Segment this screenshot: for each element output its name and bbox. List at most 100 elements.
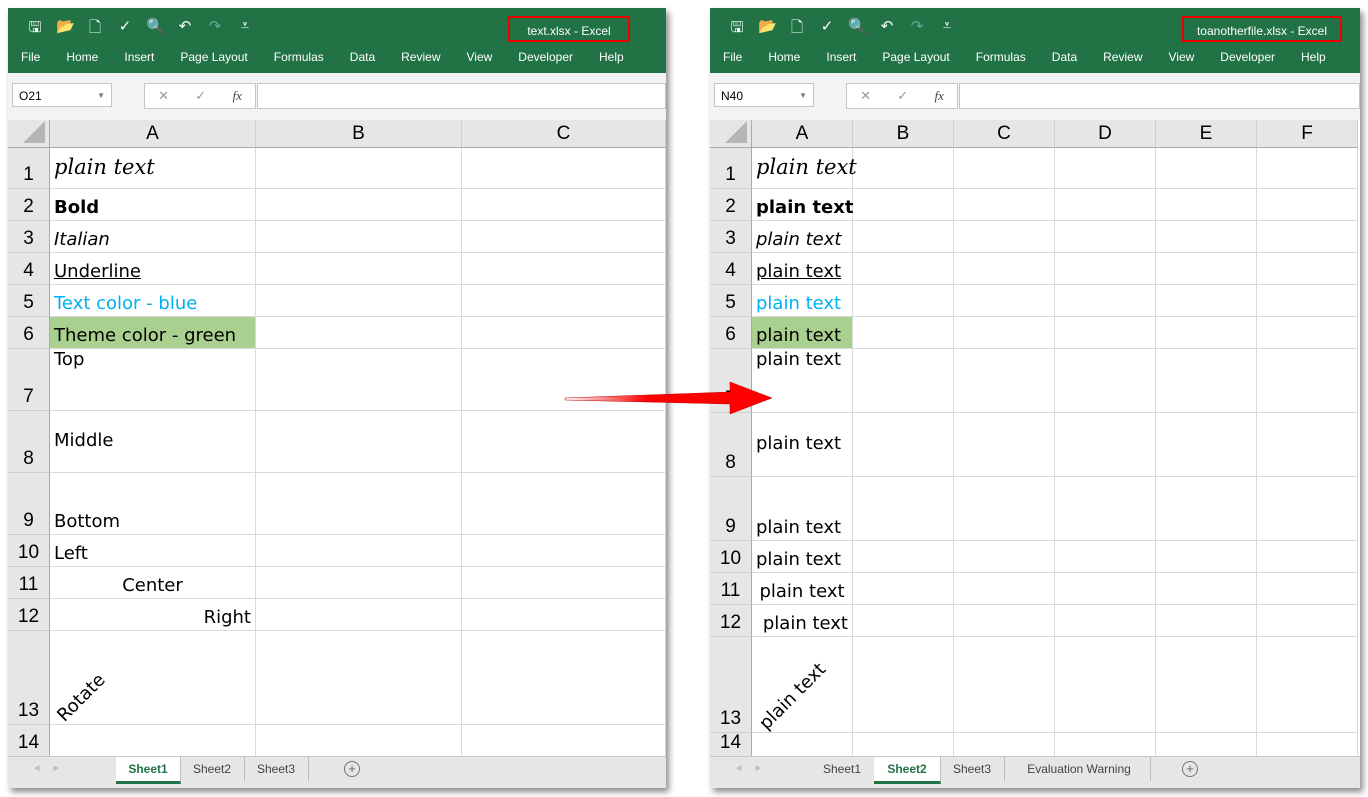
cell-D10[interactable] — [1055, 541, 1156, 573]
cell-C12[interactable] — [462, 599, 666, 631]
cell-F1[interactable] — [1257, 148, 1358, 189]
cell-F8[interactable] — [1257, 413, 1358, 477]
row-header-6[interactable]: 6 — [710, 317, 752, 349]
row-header-4[interactable]: 4 — [710, 253, 752, 285]
cell-B1[interactable] — [853, 148, 954, 189]
ribbon-tab-page-layout[interactable]: Page Layout — [167, 50, 260, 64]
cell-B8[interactable] — [853, 413, 954, 477]
cell-F14[interactable] — [1257, 733, 1358, 757]
cell-B9[interactable] — [256, 473, 462, 535]
cell-E1[interactable] — [1156, 148, 1257, 189]
cell-B9[interactable] — [853, 477, 954, 541]
column-header-F[interactable]: F — [1257, 120, 1358, 148]
cell-B5[interactable] — [853, 285, 954, 317]
cell-E5[interactable] — [1156, 285, 1257, 317]
cell-A10[interactable]: Left — [50, 535, 256, 567]
cell-C12[interactable] — [954, 605, 1055, 637]
cell-F7[interactable] — [1257, 349, 1358, 413]
cell-F6[interactable] — [1257, 317, 1358, 349]
new-icon[interactable]: 🗋 — [86, 17, 104, 42]
function-icon[interactable]: fx — [934, 88, 943, 104]
cell-A10[interactable]: plain text — [752, 541, 853, 573]
redo-icon[interactable]: ↷ — [206, 17, 224, 42]
cell-D13[interactable] — [1055, 637, 1156, 733]
cell-C10[interactable] — [462, 535, 666, 567]
ribbon-tab-file[interactable]: File — [710, 50, 755, 64]
cell-D9[interactable] — [1055, 477, 1156, 541]
cell-A2[interactable]: plain text — [752, 189, 853, 221]
cell-F3[interactable] — [1257, 221, 1358, 253]
cell-A11[interactable]: Center — [50, 567, 256, 599]
cell-B4[interactable] — [256, 253, 462, 285]
ribbon-tab-home[interactable]: Home — [53, 50, 111, 64]
cell-C6[interactable] — [954, 317, 1055, 349]
cell-D5[interactable] — [1055, 285, 1156, 317]
print-preview-icon[interactable]: 🔍 — [848, 17, 867, 42]
cell-C11[interactable] — [954, 573, 1055, 605]
cell-E7[interactable] — [1156, 349, 1257, 413]
cell-E12[interactable] — [1156, 605, 1257, 637]
cell-B10[interactable] — [256, 535, 462, 567]
cell-A6[interactable]: plain text — [752, 317, 853, 349]
customize-icon[interactable]: ⩡ — [236, 17, 254, 42]
row-header-11[interactable]: 11 — [710, 573, 752, 605]
row-header-7[interactable]: 7 — [8, 349, 50, 411]
cell-E11[interactable] — [1156, 573, 1257, 605]
cell-D11[interactable] — [1055, 573, 1156, 605]
cell-A12[interactable]: Right — [50, 599, 256, 631]
cell-A14[interactable] — [50, 725, 256, 757]
cell-A7[interactable]: Top — [50, 349, 256, 411]
cell-B5[interactable] — [256, 285, 462, 317]
cell-C14[interactable] — [954, 733, 1055, 757]
cell-C2[interactable] — [954, 189, 1055, 221]
row-header-8[interactable]: 8 — [710, 413, 752, 477]
column-header-A[interactable]: A — [50, 120, 256, 148]
sheet-tab-sheet2[interactable]: Sheet2 — [180, 757, 245, 781]
row-header-3[interactable]: 3 — [8, 221, 50, 253]
chevron-down-icon[interactable]: ▼ — [97, 84, 105, 108]
cell-B7[interactable] — [256, 349, 462, 411]
cell-C4[interactable] — [954, 253, 1055, 285]
cell-B4[interactable] — [853, 253, 954, 285]
cell-E10[interactable] — [1156, 541, 1257, 573]
cell-A14[interactable] — [752, 733, 853, 757]
cell-B11[interactable] — [256, 567, 462, 599]
sheet-nav-arrows[interactable]: ◂▸ — [34, 761, 73, 774]
cell-F12[interactable] — [1257, 605, 1358, 637]
sheet-tab-sheet3[interactable]: Sheet3 — [244, 757, 309, 781]
chevron-down-icon[interactable]: ▼ — [799, 84, 807, 108]
cell-C2[interactable] — [462, 189, 666, 221]
sheet-tab-evaluation-warning[interactable]: Evaluation Warning — [1008, 757, 1151, 781]
row-header-5[interactable]: 5 — [8, 285, 50, 317]
cell-E9[interactable] — [1156, 477, 1257, 541]
cell-A1[interactable]: plain text — [50, 148, 256, 189]
spelling-icon[interactable]: ✓ — [116, 17, 134, 42]
ribbon-tab-review[interactable]: Review — [1090, 50, 1155, 64]
new-icon[interactable]: 🗋 — [788, 17, 806, 42]
cell-A3[interactable]: Italian — [50, 221, 256, 253]
cell-B1[interactable] — [256, 148, 462, 189]
sheet-tab-sheet1[interactable]: Sheet1 — [810, 757, 875, 781]
ribbon-tab-formulas[interactable]: Formulas — [963, 50, 1039, 64]
ribbon-tab-view[interactable]: View — [1156, 50, 1208, 64]
enter-icon[interactable]: ✓ — [897, 88, 908, 104]
cell-C10[interactable] — [954, 541, 1055, 573]
ribbon-tab-home[interactable]: Home — [755, 50, 813, 64]
ribbon-tab-file[interactable]: File — [8, 50, 53, 64]
cancel-icon[interactable]: ✕ — [860, 88, 871, 104]
select-all-button[interactable] — [8, 120, 50, 148]
column-header-C[interactable]: C — [954, 120, 1055, 148]
cell-C13[interactable] — [954, 637, 1055, 733]
column-header-E[interactable]: E — [1156, 120, 1257, 148]
cell-D8[interactable] — [1055, 413, 1156, 477]
function-icon[interactable]: fx — [232, 88, 241, 104]
cell-C8[interactable] — [954, 413, 1055, 477]
cell-C5[interactable] — [954, 285, 1055, 317]
row-header-3[interactable]: 3 — [710, 221, 752, 253]
row-header-1[interactable]: 1 — [710, 148, 752, 189]
cell-D7[interactable] — [1055, 349, 1156, 413]
cell-B12[interactable] — [853, 605, 954, 637]
cell-D4[interactable] — [1055, 253, 1156, 285]
cell-F11[interactable] — [1257, 573, 1358, 605]
ribbon-tab-developer[interactable]: Developer — [505, 50, 586, 64]
